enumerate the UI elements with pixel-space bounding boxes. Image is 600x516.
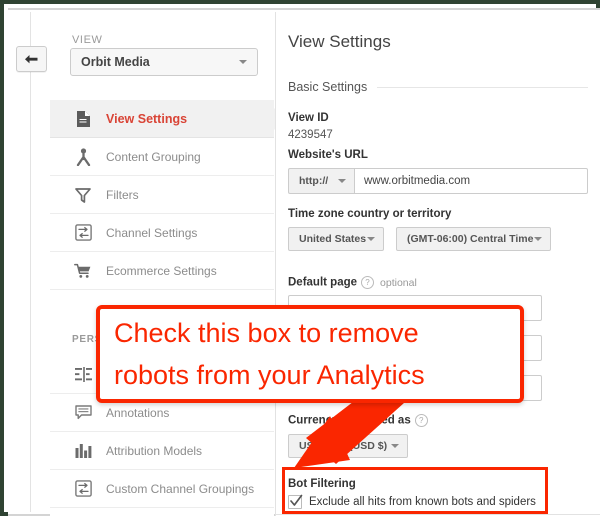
segments-icon bbox=[72, 364, 94, 386]
callout-line-1: Check this box to remove bbox=[114, 318, 419, 348]
funnel-icon bbox=[72, 184, 94, 206]
view-selector[interactable]: Orbit Media bbox=[70, 48, 258, 76]
website-url-row: http:// www.orbitmedia.com bbox=[288, 168, 588, 194]
sidebar-item-content-grouping[interactable]: Content Grouping bbox=[50, 138, 274, 176]
website-url-value: www.orbitmedia.com bbox=[364, 175, 471, 187]
callout-line-2: robots from your Analytics bbox=[114, 360, 425, 390]
shopping-cart-icon bbox=[72, 260, 94, 282]
protocol-value: http:// bbox=[299, 175, 329, 187]
screenshot-frame: VIEW Orbit Media View Settings Content G… bbox=[0, 0, 600, 516]
page-title: View Settings bbox=[288, 32, 391, 51]
sidebar-item-label: Annotations bbox=[106, 405, 170, 420]
channel-settings-icon bbox=[72, 478, 94, 500]
sidebar-item-label: Filters bbox=[106, 187, 139, 202]
app-window: VIEW Orbit Media View Settings Content G… bbox=[8, 8, 600, 516]
default-page-optional: optional bbox=[380, 276, 417, 289]
timezone-country-value: United States bbox=[299, 233, 367, 245]
basic-settings-section-header: Basic Settings bbox=[288, 80, 588, 94]
view-selector-value: Orbit Media bbox=[81, 55, 150, 69]
sidebar-group-label-view: VIEW bbox=[72, 34, 103, 46]
sidebar-item-channel-settings[interactable]: Channel Settings bbox=[50, 214, 274, 252]
section-rule bbox=[377, 86, 588, 88]
default-page-label: Default page? optional bbox=[288, 276, 417, 289]
annotations-icon bbox=[72, 402, 94, 424]
content-grouping-icon bbox=[72, 146, 94, 168]
rail-divider bbox=[30, 12, 31, 512]
sidebar-item-label: Ecommerce Settings bbox=[106, 263, 217, 278]
sidebar-item-view-settings[interactable]: View Settings bbox=[50, 100, 285, 138]
sidebar-item-label: Attribution Models bbox=[106, 443, 203, 458]
timezone-country-selector[interactable]: United States bbox=[288, 227, 384, 251]
timezone-zone-value: (GMT-06:00) Central Time bbox=[407, 233, 534, 245]
back-arrow-icon[interactable] bbox=[16, 46, 47, 72]
sidebar-item-label: Custom Channel Groupings bbox=[106, 481, 255, 496]
sidebar: VIEW Orbit Media View Settings Content G… bbox=[50, 12, 285, 516]
view-id-value: 4239547 bbox=[288, 129, 333, 141]
question-mark-icon[interactable]: ? bbox=[361, 276, 375, 289]
bar-chart-icon bbox=[72, 440, 94, 462]
annotation-callout: Check this box to remove robots from you… bbox=[96, 305, 524, 403]
chevron-down-icon bbox=[367, 237, 375, 241]
sidebar-item-label: Channel Settings bbox=[106, 225, 198, 240]
sidebar-item-label: Content Grouping bbox=[106, 149, 201, 164]
basic-settings-label: Basic Settings bbox=[288, 80, 368, 94]
chevron-down-icon bbox=[338, 179, 346, 183]
sidebar-item-custom-channel-groupings[interactable]: Custom Channel Groupings bbox=[50, 470, 274, 508]
sidebar-nav-list: View Settings Content Grouping Filters C… bbox=[50, 100, 285, 290]
sidebar-item-attribution-models[interactable]: Attribution Models bbox=[50, 432, 274, 470]
timezone-zone-selector[interactable]: (GMT-06:00) Central Time bbox=[396, 227, 551, 251]
website-url-label: Website's URL bbox=[288, 149, 368, 161]
view-id-label: View ID bbox=[288, 112, 329, 124]
protocol-selector[interactable]: http:// bbox=[288, 168, 354, 194]
default-page-label-text: Default page bbox=[288, 276, 358, 289]
document-icon bbox=[72, 108, 94, 130]
window-top-divider bbox=[8, 8, 600, 10]
sidebar-item-ecommerce-settings[interactable]: Ecommerce Settings bbox=[50, 252, 274, 290]
channel-settings-icon bbox=[72, 222, 94, 244]
chevron-down-icon bbox=[534, 237, 542, 241]
panel-bottom-divider bbox=[276, 514, 600, 515]
website-url-input[interactable]: www.orbitmedia.com bbox=[354, 168, 588, 194]
sidebar-item-filters[interactable]: Filters bbox=[50, 176, 274, 214]
sidebar-item-label: View Settings bbox=[106, 111, 188, 126]
chevron-down-icon bbox=[239, 60, 247, 64]
timezone-label: Time zone country or territory bbox=[288, 208, 452, 220]
